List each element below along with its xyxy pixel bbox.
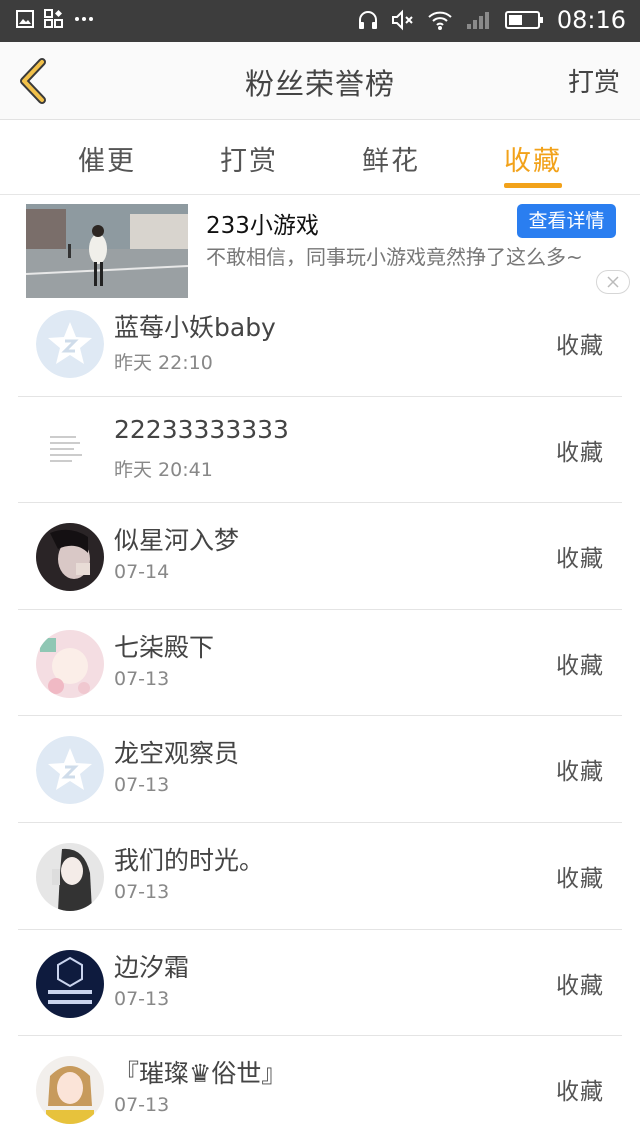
headphones-icon <box>358 11 377 29</box>
photo-avatar-icon <box>36 629 104 698</box>
fan-name: 七柒殿下 <box>114 632 215 662</box>
page-title: 粉丝荣誉榜 <box>244 67 395 101</box>
tab-favorites[interactable]: 收藏 <box>504 139 562 178</box>
gallery-icon <box>16 10 34 28</box>
fan-name: 蓝莓小妖baby <box>114 313 276 342</box>
title-bar: 粉丝荣誉榜 打赏 <box>0 42 640 120</box>
fan-action: 收藏 <box>556 333 604 359</box>
list-item[interactable]: 七柒殿下 07-13 收藏 <box>18 610 622 717</box>
status-time: 08:16 <box>556 6 626 34</box>
ad-details-button[interactable]: 查看详情 <box>517 204 616 238</box>
ad-image <box>26 204 188 298</box>
tab-bar: 催更 打赏 鲜花 收藏 <box>0 121 640 195</box>
status-bar: 08:16 <box>0 0 640 42</box>
avatar <box>36 310 104 378</box>
fan-date: 07-13 <box>114 774 170 797</box>
signal-icon <box>466 12 489 29</box>
fan-action: 收藏 <box>556 652 604 679</box>
fan-list: 蓝莓小妖baby 昨天 22:10 收藏 22233333333 昨天 20:4… <box>18 290 622 1138</box>
more-dots-icon <box>75 17 93 21</box>
fan-name: 22233333333 <box>114 414 289 444</box>
fan-date: 07-13 <box>114 667 170 690</box>
active-tab-indicator <box>504 183 562 188</box>
fan-name: 我们的时光。 <box>114 845 265 875</box>
avatar <box>36 949 104 1018</box>
fan-action: 收藏 <box>556 439 604 466</box>
fan-date: 昨天 20:41 <box>114 458 213 481</box>
fan-name: 龙空观察员 <box>114 739 240 769</box>
avatar <box>36 842 104 911</box>
avatar <box>36 1056 104 1125</box>
fan-action: 收藏 <box>556 546 604 573</box>
fan-name: 边汐霜 <box>114 952 190 982</box>
fan-date: 07-13 <box>114 880 170 903</box>
photo-avatar-icon <box>36 842 104 911</box>
battery-icon <box>504 11 543 29</box>
fan-date: 07-13 <box>114 1094 170 1117</box>
fan-action: 收藏 <box>556 759 604 786</box>
tab-reward[interactable]: 打赏 <box>220 139 278 178</box>
list-item[interactable]: 龙空观察员 07-13 收藏 <box>18 716 622 823</box>
reward-button[interactable]: 打赏 <box>568 62 620 99</box>
mute-icon <box>391 9 413 31</box>
photo-avatar-icon <box>36 1056 104 1125</box>
ad-title: 233小游戏 <box>206 213 319 239</box>
wifi-icon <box>428 11 452 30</box>
avatar <box>36 629 104 698</box>
avatar <box>36 416 104 485</box>
tab-flowers[interactable]: 鲜花 <box>362 139 420 178</box>
fan-name: 似星河入梦 <box>114 526 240 556</box>
fan-date: 昨天 22:10 <box>114 352 213 374</box>
tab-urge[interactable]: 催更 <box>78 139 136 178</box>
apps-icon <box>44 9 63 28</box>
fan-action: 收藏 <box>556 972 604 999</box>
photo-avatar-icon <box>36 523 104 592</box>
fan-action: 收藏 <box>556 865 604 892</box>
exo-logo-icon <box>36 949 104 1018</box>
fan-date: 07-13 <box>114 987 170 1010</box>
fan-action: 收藏 <box>556 1079 604 1106</box>
document-thumbnail-icon <box>36 416 104 485</box>
list-item[interactable]: 22233333333 昨天 20:41 收藏 <box>18 397 622 504</box>
list-item[interactable]: 『璀璨♛俗世』 07-13 收藏 <box>18 1036 622 1138</box>
default-star-icon <box>36 736 104 805</box>
list-item[interactable]: 我们的时光。 07-13 收藏 <box>18 823 622 930</box>
list-item[interactable]: 似星河入梦 07-14 收藏 <box>18 503 622 610</box>
list-item[interactable]: 边汐霜 07-13 收藏 <box>18 930 622 1037</box>
list-item[interactable]: 蓝莓小妖baby 昨天 22:10 收藏 <box>18 290 622 397</box>
default-star-icon <box>36 310 104 378</box>
fan-date: 07-14 <box>114 561 170 584</box>
avatar <box>36 736 104 805</box>
fan-name: 『璀璨♛俗世』 <box>114 1059 287 1089</box>
avatar <box>36 523 104 592</box>
ad-banner[interactable]: 233小游戏 查看详情 不敢相信，同事玩小游戏竟然挣了这么多~ <box>0 196 640 302</box>
